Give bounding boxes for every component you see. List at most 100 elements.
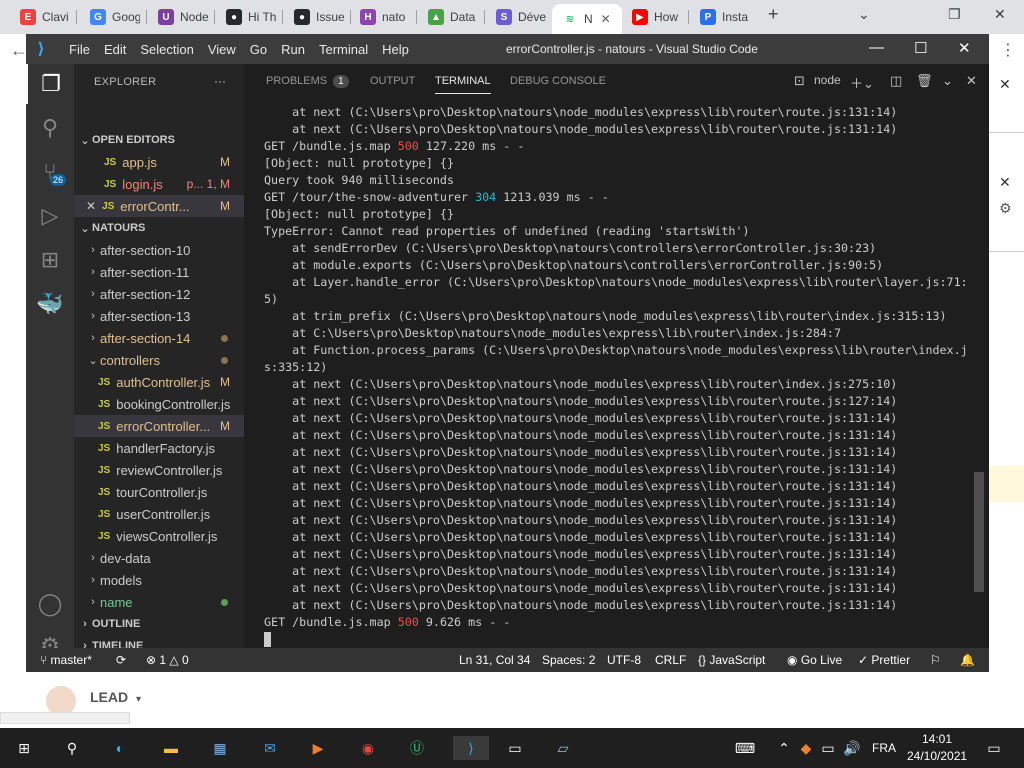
browser-tab[interactable]: ▶ How [622,6,682,28]
branch-status[interactable]: ⑂ master* [40,653,92,667]
source-control-icon[interactable]: ⑂ 26 [26,152,74,192]
folder-item[interactable]: › after-section-13 [74,305,244,327]
menu-item[interactable]: Terminal [312,42,375,57]
folder-item[interactable]: › name [74,591,244,613]
close-icon[interactable]: ✕ [958,39,971,57]
open-editor-item[interactable]: JS login.js p... 1, M [74,173,244,195]
menu-item[interactable]: View [201,42,243,57]
browser-tab[interactable]: S Déve [486,6,546,28]
store-icon[interactable]: ▦ [208,736,232,760]
notes-icon[interactable]: ▱ [551,736,575,760]
language-indicator[interactable]: FRA [872,741,896,755]
menu-item[interactable]: Help [375,42,416,57]
browser-tab[interactable]: G Goog [80,6,140,28]
file-item[interactable]: JS tourController.js [74,481,244,503]
terminal-taskbar-icon[interactable]: ▭ [503,736,527,760]
browser-tab[interactable]: ≋ N ✕ [552,4,622,34]
file-explorer-icon[interactable]: ▬ [159,736,183,760]
tab-terminal[interactable]: TERMINAL [435,75,491,94]
file-item[interactable]: JS bookingController.js [74,393,244,415]
section-open-editors[interactable]: ⌄ OPEN EDITORS [74,129,244,151]
browser-tab[interactable]: Hnato [350,6,410,28]
menu-item[interactable]: Selection [133,42,200,57]
restore-icon[interactable]: ❐ [948,6,961,23]
browser-tab[interactable]: ▲ Data [418,6,478,28]
browser-tab[interactable]: ● Issue [284,6,344,28]
cursor-position[interactable]: Ln 31, Col 34 [459,653,530,667]
chevron-down-icon[interactable]: ▾ [136,694,141,705]
close-panel-icon[interactable]: ✕ [966,73,977,89]
open-editor-item[interactable]: ✕ JS errorContr... M [74,195,244,217]
tab-search-icon[interactable]: ⌄ [858,6,870,23]
trash-icon[interactable]: 🗑 [916,73,933,89]
split-terminal-icon[interactable]: ◫ [890,73,902,89]
eol-status[interactable]: CRLF [655,653,686,667]
sync-icon[interactable]: ⟳ [116,653,126,667]
terminal-output[interactable]: at next (C:\Users\pro\Desktop\natours\no… [264,104,979,648]
encoding-status[interactable]: UTF-8 [607,653,641,667]
clock-date[interactable]: 24/10/2021 [907,749,967,763]
menu-item[interactable]: Edit [97,42,133,57]
folder-item[interactable]: › after-section-11 [74,261,244,283]
problems-status[interactable]: ⊗ 1 △ 0 [146,653,189,667]
minimize-icon[interactable]: — [869,39,884,56]
docker-icon[interactable]: 🐳 [26,284,74,324]
network-icon[interactable]: ▭ [816,736,840,760]
language-status[interactable]: {} JavaScript [698,653,765,667]
volume-icon[interactable]: 🔊 [840,736,864,760]
browser-tab[interactable]: ● Hi Th [216,6,276,28]
keyboard-icon[interactable]: ⌨ [733,736,757,760]
go-live-status[interactable]: ◉ Go Live [787,653,842,667]
file-item[interactable]: JS reviewController.js [74,459,244,481]
maximize-icon[interactable]: ☐ [914,39,927,57]
file-item[interactable]: JS errorController... M [74,415,244,437]
horizontal-scrollbar[interactable] [0,712,130,724]
upwork-icon[interactable]: Ⓤ [405,736,429,760]
section-natours[interactable]: ⌄ NATOURS [74,217,244,239]
prettier-status[interactable]: ✓ Prettier [858,653,910,667]
section-outline[interactable]: › OUTLINE [74,613,244,635]
media-player-icon[interactable]: ▶ [306,736,330,760]
account-icon[interactable]: ◯ [26,584,74,624]
notifications-bell-icon[interactable]: 🔔 [960,653,975,667]
file-item[interactable]: JS viewsController.js [74,525,244,547]
new-tab-button[interactable]: + [768,4,779,25]
clock-time[interactable]: 14:01 [922,732,952,746]
close-icon[interactable]: ✕ [999,174,1011,191]
open-editor-item[interactable]: JS app.js M [74,151,244,173]
tab-close-icon[interactable]: ✕ [601,12,611,26]
tray-chevron-icon[interactable]: ⌃ [772,736,796,760]
file-item[interactable]: JS authController.js M [74,371,244,393]
browser-tab[interactable]: P Insta [690,6,750,28]
extensions-icon[interactable]: ⊞ [26,240,74,280]
folder-item[interactable]: › models [74,569,244,591]
windows-start-icon[interactable]: ⊞ [12,736,36,760]
file-item[interactable]: JS userController.js [74,503,244,525]
run-debug-icon[interactable]: ▷ [26,196,74,236]
settings-gear-icon[interactable]: ⚙ [999,200,1012,217]
chevron-down-icon[interactable]: ⌄ [942,73,953,89]
browser-menu-icon[interactable]: ⋮ [1000,40,1016,60]
new-terminal-icon[interactable]: ＋⌄ [850,73,874,92]
terminal-scrollbar[interactable] [974,472,984,592]
feedback-icon[interactable]: ⚐ [930,653,941,667]
browser-tab[interactable]: E Clavi [10,6,70,28]
tray-app-icon[interactable]: ◆ [794,736,818,760]
folder-item[interactable]: › after-section-12 [74,283,244,305]
search-icon[interactable]: ⚲ [60,736,84,760]
explorer-more-icon[interactable]: ··· [214,74,226,88]
terminal-shell-label[interactable]: node [814,73,841,87]
folder-item[interactable]: › dev-data [74,547,244,569]
notification-center-icon[interactable]: ▭ [982,736,1006,760]
indent-status[interactable]: Spaces: 2 [542,653,595,667]
tab-problems[interactable]: PROBLEMS 1 [266,75,349,88]
vscode-taskbar-icon[interactable]: ⟩ [453,736,489,760]
file-item[interactable]: JS handlerFactory.js [74,437,244,459]
terminal-cursor[interactable] [264,632,271,647]
close-editor-icon[interactable]: ✕ [86,199,96,213]
chrome-icon[interactable]: ◉ [356,736,380,760]
section-timeline[interactable]: › TIMELINE [74,635,244,648]
menu-item[interactable]: Run [274,42,312,57]
folder-item[interactable]: › after-section-10 [74,239,244,261]
close-icon[interactable]: ✕ [999,76,1011,93]
